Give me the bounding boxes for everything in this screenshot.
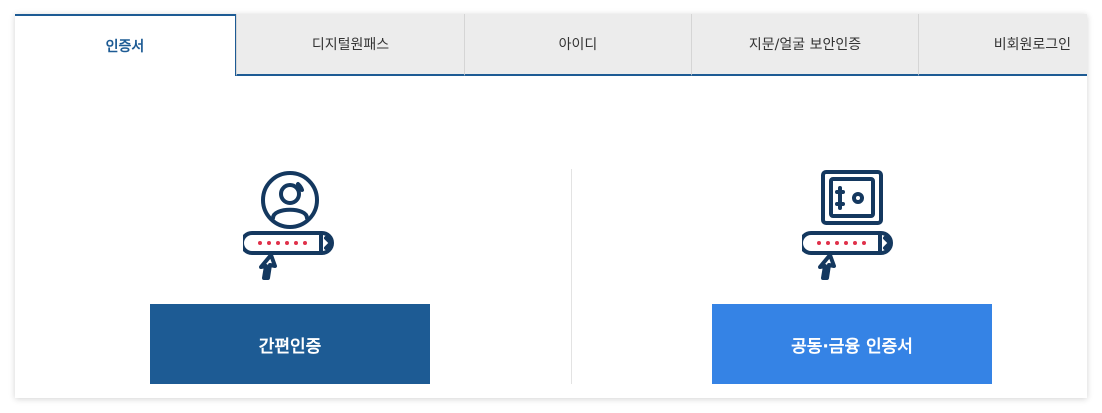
safe-password-icon <box>802 170 893 280</box>
login-panel: 인증서 디지털원패스 아이디 지문/얼굴 보안인증 비회원로그인 간편인증 공동… <box>15 14 1087 398</box>
tab-digital-onepass[interactable]: 디지털원패스 <box>236 14 464 76</box>
login-method-tabs: 인증서 디지털원패스 아이디 지문/얼굴 보안인증 비회원로그인 <box>15 14 1087 76</box>
tab-biometric-auth-label: 지문/얼굴 보안인증 <box>748 37 862 53</box>
joint-financial-cert-button[interactable]: 공동·금융 인증서 <box>712 304 992 384</box>
tab-id[interactable]: 아이디 <box>464 14 691 76</box>
option-divider <box>571 169 572 384</box>
tab-digital-onepass-label: 디지털원패스 <box>311 37 390 53</box>
tab-certificate[interactable]: 인증서 <box>15 14 236 76</box>
tab-guest-login[interactable]: 비회원로그인 <box>918 14 1087 76</box>
tab-biometric-auth[interactable]: 지문/얼굴 보안인증 <box>691 14 918 76</box>
tab-id-label: 아이디 <box>558 37 598 53</box>
joint-financial-cert-button-label: 공동·금융 인증서 <box>791 336 913 357</box>
tab-guest-login-label: 비회원로그인 <box>993 37 1071 53</box>
simple-auth-button-label: 간편인증 <box>258 336 322 357</box>
tab-certificate-label: 인증서 <box>105 39 145 55</box>
user-password-icon <box>243 171 334 280</box>
simple-auth-button[interactable]: 간편인증 <box>150 304 430 384</box>
